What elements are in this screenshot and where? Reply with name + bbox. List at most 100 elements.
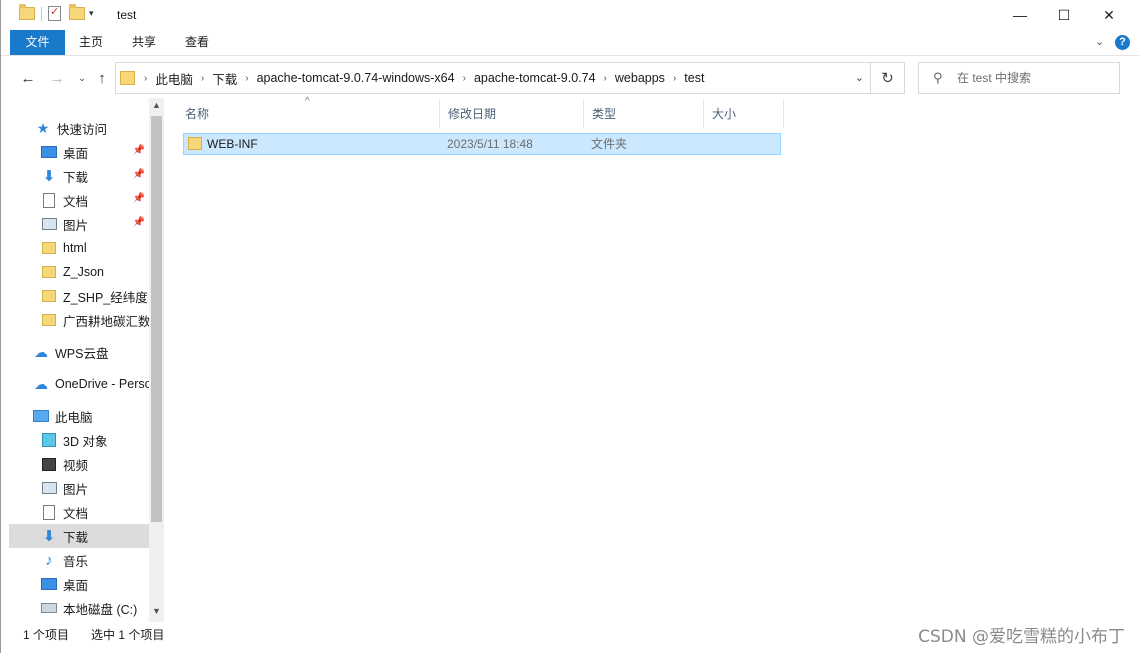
- recent-locations-chevron-icon[interactable]: ⌄: [71, 66, 93, 90]
- nav-label: 文档: [63, 194, 89, 209]
- music-icon: ♪: [45, 551, 53, 569]
- video-icon: [42, 457, 56, 471]
- nav-label: 文档: [63, 506, 89, 521]
- chevron-right-icon[interactable]: ›: [142, 73, 149, 84]
- up-arrow-icon[interactable]: ↑: [91, 66, 113, 90]
- file-explorer-window: ▾ test — ☐ ✕ 文件 主页 共享 查看 ⌄ ? ← → ⌄ ↑ › 此…: [0, 0, 1139, 653]
- nav-label: 广西耕地碳汇数: [63, 314, 149, 329]
- maximize-button[interactable]: ☐: [1041, 0, 1087, 30]
- nav-item-3d-objects[interactable]: 3D 对象: [9, 428, 149, 452]
- navigation-bar: ← → ⌄ ↑ › 此电脑 › 下载 › apache-tomcat-9.0.7…: [1, 62, 1139, 94]
- breadcrumb-tomcat[interactable]: apache-tomcat-9.0.74: [468, 71, 602, 85]
- search-icon: ⚲: [933, 70, 943, 85]
- column-header-size[interactable]: 大小: [704, 100, 784, 128]
- folder-icon[interactable]: [19, 4, 35, 20]
- customize-toolbar-chevron-icon[interactable]: ▾: [89, 8, 94, 19]
- toolbar-divider: [41, 6, 42, 21]
- nav-item-pictures[interactable]: 图片 📌: [9, 212, 149, 236]
- download-icon: ⬇: [42, 168, 56, 185]
- nav-item-local-disk[interactable]: 本地磁盘 (C:): [9, 596, 149, 620]
- column-header-type[interactable]: 类型: [584, 100, 704, 128]
- nav-label: WPS云盘: [55, 346, 109, 361]
- nav-onedrive[interactable]: ☁ OneDrive - Perso: [9, 372, 149, 396]
- pin-icon[interactable]: 📌: [133, 145, 145, 156]
- pin-icon[interactable]: 📌: [133, 217, 145, 228]
- properties-icon[interactable]: [48, 5, 61, 21]
- desktop-icon: [41, 146, 57, 158]
- chevron-right-icon[interactable]: ›: [243, 73, 250, 84]
- breadcrumb-test[interactable]: test: [678, 71, 710, 85]
- nav-item-pc-pictures[interactable]: 图片: [9, 476, 149, 500]
- nav-label: 3D 对象: [63, 434, 108, 449]
- nav-item-videos[interactable]: 视频: [9, 452, 149, 476]
- navigation-pane: ★ 快速访问 桌面 📌 ⬇ 下载 📌 文档 📌 图片 📌 html Z_Json…: [9, 98, 149, 622]
- ribbon-tabs: 文件 主页 共享 查看 ⌄ ?: [1, 30, 1139, 56]
- nav-label: 桌面: [63, 146, 89, 161]
- download-icon: ⬇: [42, 528, 56, 545]
- breadcrumb-this-pc[interactable]: 此电脑: [149, 69, 199, 88]
- expand-ribbon-chevron-icon[interactable]: ⌄: [1095, 35, 1104, 48]
- computer-icon: [33, 410, 49, 422]
- close-button[interactable]: ✕: [1086, 0, 1132, 30]
- desktop-icon: [41, 578, 57, 590]
- back-arrow-icon[interactable]: ←: [17, 66, 39, 90]
- nav-item-z-json[interactable]: Z_Json: [9, 260, 149, 284]
- folder-icon: [42, 266, 56, 278]
- minimize-button[interactable]: —: [997, 0, 1043, 30]
- nav-this-pc[interactable]: 此电脑: [9, 404, 149, 428]
- nav-item-pc-downloads[interactable]: ⬇ 下载: [9, 524, 149, 548]
- document-icon: [43, 504, 55, 520]
- address-history-chevron-icon[interactable]: ⌄: [855, 71, 864, 84]
- address-bar[interactable]: › 此电脑 › 下载 › apache-tomcat-9.0.74-window…: [115, 62, 871, 94]
- tab-file[interactable]: 文件: [10, 30, 65, 55]
- pin-icon[interactable]: 📌: [133, 193, 145, 204]
- onedrive-cloud-icon: ☁: [34, 375, 48, 392]
- nav-item-html[interactable]: html: [9, 236, 149, 260]
- star-icon: ★: [36, 119, 50, 136]
- nav-label: 此电脑: [55, 410, 93, 425]
- watermark: CSDN @爱吃雪糕的小布丁: [918, 627, 1125, 647]
- nav-item-documents[interactable]: 文档 📌: [9, 188, 149, 212]
- breadcrumb-tomcat-windows[interactable]: apache-tomcat-9.0.74-windows-x64: [251, 71, 461, 85]
- breadcrumb-webapps[interactable]: webapps: [609, 71, 671, 85]
- folder-icon: [42, 242, 56, 254]
- file-row[interactable]: WEB-INF 2023/5/11 18:48 文件夹: [183, 133, 781, 155]
- item-count: 1 个项目: [23, 628, 70, 642]
- scroll-up-chevron-icon[interactable]: ▲: [149, 100, 164, 114]
- chevron-right-icon[interactable]: ›: [602, 73, 609, 84]
- window-title: test: [117, 8, 137, 22]
- column-header-date[interactable]: 修改日期: [440, 100, 584, 128]
- nav-item-z-shp[interactable]: Z_SHP_经纬度: [9, 284, 149, 308]
- pin-icon[interactable]: 📌: [133, 169, 145, 180]
- tab-view[interactable]: 查看: [172, 30, 222, 55]
- nav-item-downloads[interactable]: ⬇ 下载 📌: [9, 164, 149, 188]
- nav-item-guangxi[interactable]: 广西耕地碳汇数: [9, 308, 149, 332]
- file-list: ^ 名称 修改日期 类型 大小 WEB-INF 2023/5/11 18:48 …: [177, 96, 1139, 622]
- nav-label: 视频: [63, 458, 89, 473]
- breadcrumb-downloads[interactable]: 下载: [206, 69, 243, 88]
- nav-label: 图片: [63, 482, 89, 497]
- nav-item-music[interactable]: ♪ 音乐: [9, 548, 149, 572]
- nav-wps-cloud[interactable]: ☁ WPS云盘: [9, 340, 149, 364]
- breadcrumb: › 此电脑 › 下载 › apache-tomcat-9.0.74-window…: [142, 63, 710, 93]
- new-folder-icon[interactable]: [69, 4, 85, 20]
- scrollbar-thumb[interactable]: [151, 116, 162, 522]
- chevron-right-icon[interactable]: ›: [671, 73, 678, 84]
- nav-pane-scrollbar[interactable]: ▲ ▼: [149, 98, 164, 622]
- refresh-icon[interactable]: ↻: [871, 62, 905, 94]
- nav-quick-access[interactable]: ★ 快速访问: [9, 116, 149, 140]
- chevron-right-icon[interactable]: ›: [461, 73, 468, 84]
- search-box[interactable]: ⚲: [918, 62, 1120, 94]
- tab-share[interactable]: 共享: [119, 30, 169, 55]
- nav-item-pc-documents[interactable]: 文档: [9, 500, 149, 524]
- scroll-down-chevron-icon[interactable]: ▼: [149, 606, 164, 620]
- nav-item-pc-desktop[interactable]: 桌面: [9, 572, 149, 596]
- column-header-name[interactable]: 名称: [177, 100, 440, 128]
- help-icon[interactable]: ?: [1115, 35, 1130, 50]
- chevron-right-icon[interactable]: ›: [199, 73, 206, 84]
- search-input[interactable]: [957, 69, 1107, 87]
- nav-item-desktop[interactable]: 桌面 📌: [9, 140, 149, 164]
- file-date: 2023/5/11 18:48: [447, 137, 533, 151]
- tab-home[interactable]: 主页: [67, 30, 115, 55]
- forward-arrow-icon[interactable]: →: [46, 66, 68, 90]
